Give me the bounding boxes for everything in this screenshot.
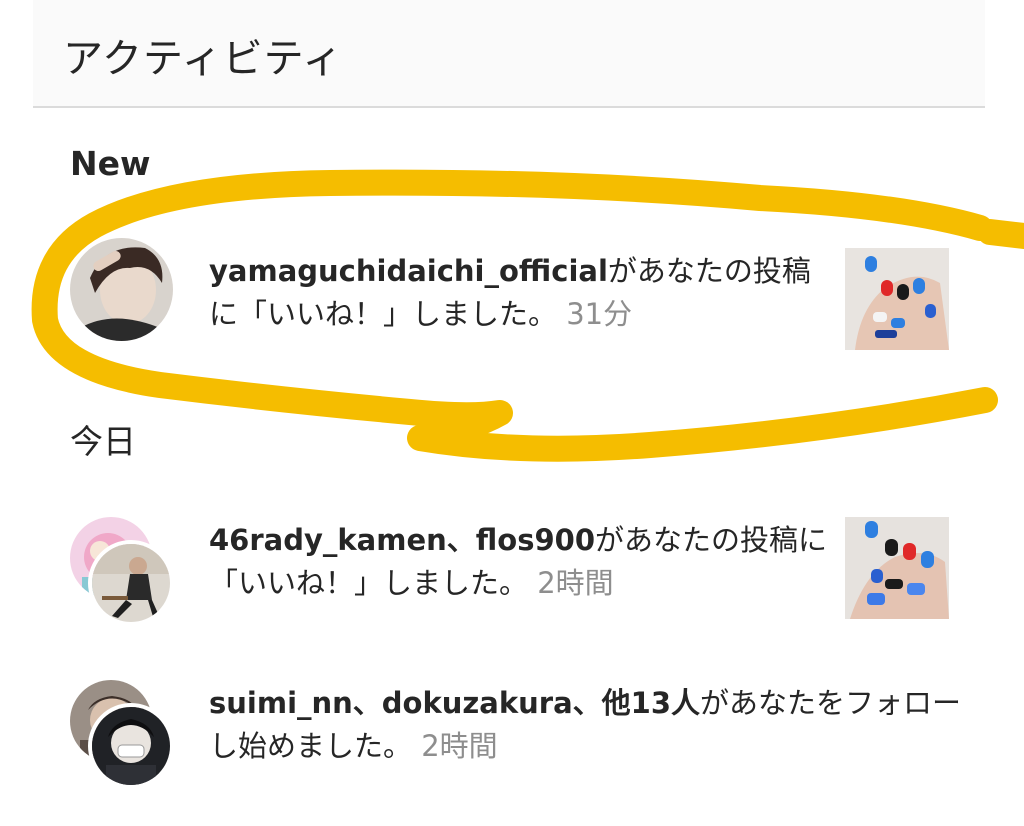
timestamp: 2時間: [421, 729, 498, 763]
post-thumbnail[interactable]: [845, 248, 949, 350]
avatar-front[interactable]: [88, 540, 174, 626]
activity-text: suimi_nn、dokuzakura、他13人があなたをフォローし始めました。…: [209, 682, 969, 768]
avatar[interactable]: [70, 238, 173, 341]
username[interactable]: 46rady_kamen、flos900: [209, 523, 595, 557]
username[interactable]: suimi_nn、dokuzakura、他13人: [209, 686, 700, 720]
post-thumbnail[interactable]: [845, 517, 949, 619]
timestamp: 31分: [566, 297, 633, 331]
section-title-today: 今日: [70, 422, 136, 461]
activity-text: yamaguchidaichi_officialがあなたの投稿に「いいね！」しま…: [209, 250, 829, 336]
section-title-new: New: [70, 144, 151, 183]
activity-header: アクティビティ: [33, 0, 985, 108]
page-title: アクティビティ: [63, 36, 344, 82]
avatar-photo-icon: [92, 544, 170, 622]
post-thumbnail-nails-icon: [845, 517, 949, 619]
activity-text: 46rady_kamen、flos900があなたの投稿に「いいね！」しました。 …: [209, 519, 829, 605]
avatar-photo-icon: [92, 707, 170, 785]
post-thumbnail-nails-icon: [845, 248, 949, 350]
avatar-photo-icon: [70, 238, 173, 341]
avatar-front[interactable]: [88, 703, 174, 789]
username[interactable]: yamaguchidaichi_official: [209, 254, 608, 288]
timestamp: 2時間: [537, 566, 614, 600]
